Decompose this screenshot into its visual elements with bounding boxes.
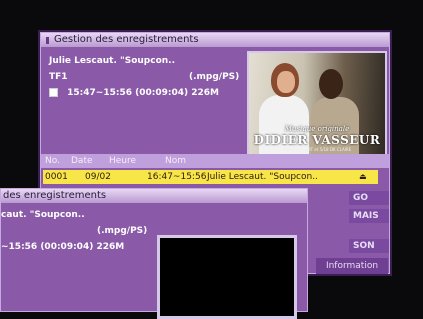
preview-thumbnail: Musique originale DIDIER VASSEUR éditée … [247,51,387,157]
background-window: des enregistrements caut. "Soupcon.. (.m… [0,188,308,319]
window-titlebar: Gestion des enregistrements [41,33,389,47]
lock-icon: ⏏ [359,172,367,181]
time-range: 15:47~15:56 (00:09:04) 226M [67,88,219,98]
background-file-format: (.mpg/PS) [97,226,148,236]
side-button-go[interactable]: GO [349,191,389,205]
channel-name: TF1 [49,72,68,82]
titlebar-tab-icon [46,37,49,44]
table-header: No. Date Heure Nom [41,154,389,168]
channel-row: TF1 (.mpg/PS) [49,69,249,85]
background-preview-box [157,235,297,319]
column-header-time: Heure [109,156,137,166]
time-row: 15:47~15:56 (00:09:04) 226M [49,85,249,101]
table-row[interactable]: 0001 09/02 16:47~15:56 Julie Lescaut. "S… [43,170,378,184]
row-date: 09/02 [85,172,111,182]
file-format: (.mpg/PS) [189,72,240,82]
column-header-date: Date [71,156,93,166]
row-name: Julie Lescaut. "Soupcon.. [207,172,318,182]
program-title: Julie Lescaut. "Soupcon.. [49,56,175,66]
background-window-title: des enregistrements [3,190,107,201]
side-button-mais[interactable]: MAIS [349,209,389,223]
column-header-no: No. [45,156,60,166]
thumbnail-caption-main: DIDIER VASSEUR [253,133,381,147]
recording-info: Julie Lescaut. "Soupcon.. TF1 (.mpg/PS) … [49,53,249,101]
thumbnail-caption-tiny: éditée par SMT et 5/18 DK CLAIRE [282,147,352,152]
thumbnail-caption-small: Musique originale [284,125,350,133]
column-header-name: Nom [165,156,187,166]
window-title: Gestion des enregistrements [54,34,199,45]
row-time: 16:47~15:56 [147,172,207,182]
checkbox-icon[interactable] [49,88,58,97]
background-program-title: caut. "Soupcon.. [1,210,85,220]
side-button-son[interactable]: SON [349,239,389,253]
information-button[interactable]: Information [316,258,388,274]
background-window-titlebar: des enregistrements [1,189,307,203]
row-number: 0001 [45,172,68,182]
